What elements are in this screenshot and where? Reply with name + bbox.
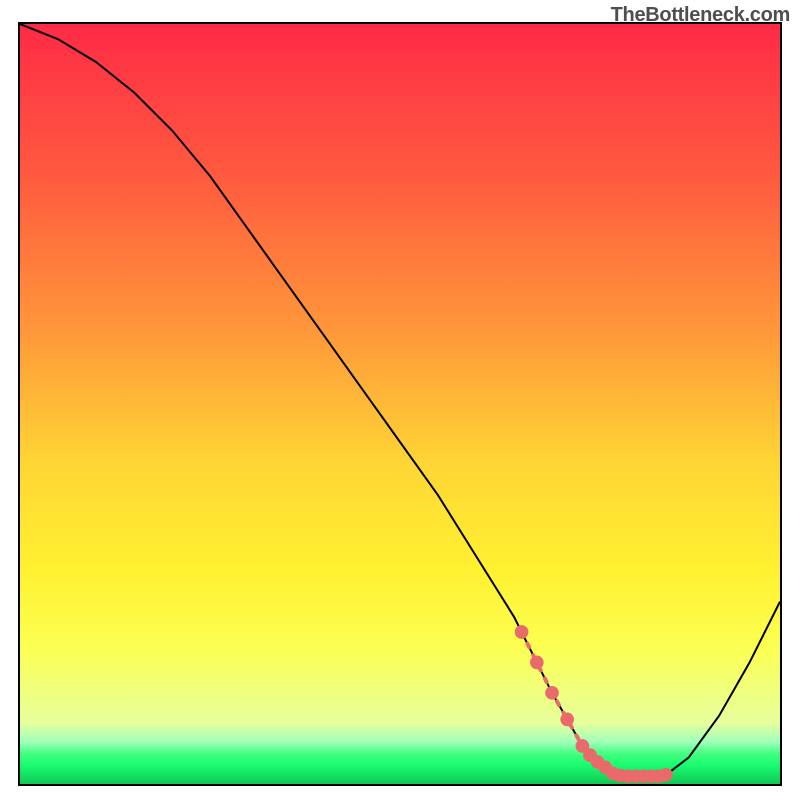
plot-area xyxy=(18,22,782,786)
chart-frame: TheBottleneck.com xyxy=(0,0,800,800)
optimal-range-points xyxy=(20,24,780,784)
